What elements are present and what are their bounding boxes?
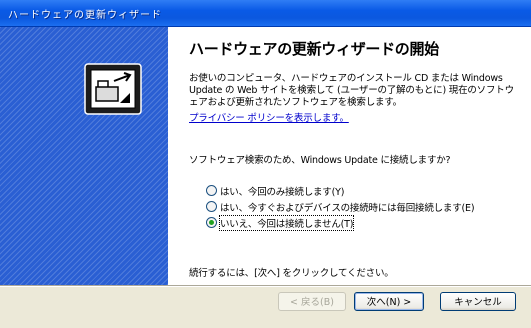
- radio-label: はい、今回のみ接続します(Y): [220, 187, 345, 198]
- wizard-content: ハードウェアの更新ウィザードの開始 お使いのコンピュータ、ハードウェアのインスト…: [168, 27, 531, 285]
- privacy-policy-link[interactable]: プライバシー ポリシーを表示します。: [189, 110, 349, 124]
- radio-button[interactable]: [206, 201, 217, 212]
- continue-instruction: 続行するには、[次へ] をクリックしてください。: [189, 268, 394, 279]
- radio-button[interactable]: [206, 185, 217, 196]
- description-line: お使いのコンピュータ、ハードウェアのインストール CD または Windows: [189, 73, 503, 84]
- connect-question: ソフトウェア検索のため、Windows Update に接続しますか?: [189, 155, 451, 166]
- hardware-wizard-icon: [84, 63, 142, 115]
- page-title: ハードウェアの更新ウィザードの開始: [189, 40, 439, 58]
- cancel-button[interactable]: キャンセル: [440, 292, 516, 311]
- back-button[interactable]: < 戻る(B): [278, 292, 346, 311]
- radio-button-selected[interactable]: [206, 217, 217, 228]
- next-button[interactable]: 次へ(N) >: [354, 292, 424, 311]
- description-line: Update の Web サイトを検索して (ユーザーの了解のもとに) 現在のソ…: [189, 85, 514, 96]
- wizard-side-panel: [0, 27, 168, 285]
- button-bar: < 戻る(B) 次へ(N) > キャンセル: [0, 287, 531, 328]
- radio-label: いいえ、今回は接続しません(T): [218, 215, 355, 231]
- radio-label: はい、今すぐおよびデバイスの接続時には毎回接続します(E): [220, 203, 475, 214]
- description: お使いのコンピュータ、ハードウェアのインストール CD または Windows …: [189, 73, 519, 109]
- description-line: ェアおよび更新されたソフトウェアを検索します。: [189, 97, 402, 108]
- title-bar[interactable]: ハードウェアの更新ウィザード: [0, 0, 531, 27]
- window-title: ハードウェアの更新ウィザード: [8, 10, 162, 21]
